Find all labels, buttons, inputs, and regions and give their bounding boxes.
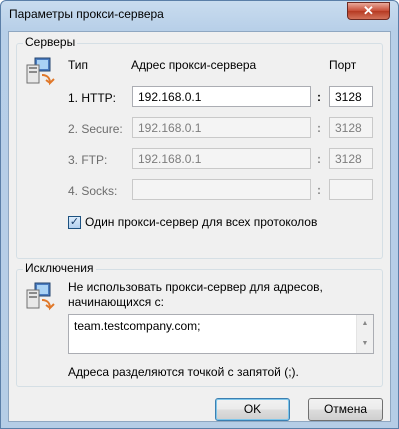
column-type-header: Тип <box>68 58 89 72</box>
same-proxy-checkbox[interactable]: ✓ <box>68 216 81 229</box>
servers-legend: Серверы <box>23 35 78 49</box>
http-address-input[interactable]: 192.168.0.1 <box>132 86 311 107</box>
exceptions-description: Не использовать прокси-сервер для адресо… <box>68 280 323 309</box>
proxy-settings-dialog: Параметры прокси-сервера ✕ Серверы Тип А… <box>0 0 399 429</box>
servers-group: Серверы Тип Адрес прокси-сервера Порт 1.… <box>16 35 383 259</box>
separator-colon: : <box>317 90 321 104</box>
secure-address-input: 192.168.0.1 <box>132 117 311 138</box>
ok-button[interactable]: OK <box>215 398 290 421</box>
scroll-down-icon[interactable]: ▼ <box>357 336 373 352</box>
window-title: Параметры прокси-сервера <box>9 7 164 21</box>
exceptions-scrollbar[interactable]: ▲ ▼ <box>356 315 373 353</box>
close-button[interactable]: ✕ <box>347 2 390 20</box>
socks-address-input <box>132 179 311 200</box>
scroll-up-icon[interactable]: ▲ <box>357 316 373 332</box>
exceptions-legend: Исключения <box>23 261 96 275</box>
secure-label: 2. Secure: <box>68 122 123 136</box>
network-computer-icon <box>26 57 55 86</box>
title-bar[interactable]: Параметры прокси-сервера ✕ <box>1 1 398 31</box>
socks-label: 4. Socks: <box>68 184 118 198</box>
http-port-input[interactable]: 3128 <box>329 86 373 107</box>
exceptions-value: team.testcompany.com; <box>74 319 201 333</box>
separator-colon: : <box>317 152 321 166</box>
secure-port-input: 3128 <box>329 117 373 138</box>
column-address-header: Адрес прокси-сервера <box>131 58 257 72</box>
column-port-header: Порт <box>329 58 357 72</box>
dialog-body: Серверы Тип Адрес прокси-сервера Порт 1.… <box>8 31 391 422</box>
same-proxy-label[interactable]: Один прокси-сервер для всех протоколов <box>85 215 317 229</box>
exceptions-hint: Адреса разделяются точкой с запятой (;). <box>68 365 299 379</box>
cancel-button[interactable]: Отмена <box>308 398 383 421</box>
ftp-label: 3. FTP: <box>68 153 108 167</box>
separator-colon: : <box>317 121 321 135</box>
socks-port-input <box>329 179 373 200</box>
network-computer-icon <box>26 282 55 311</box>
http-label: 1. HTTP: <box>68 91 117 105</box>
exceptions-group: Исключения Не использовать прокси-сервер… <box>16 261 383 387</box>
ftp-address-input: 192.168.0.1 <box>132 148 311 169</box>
ftp-port-input: 3128 <box>329 148 373 169</box>
exceptions-textarea[interactable]: team.testcompany.com; ▲ ▼ <box>68 314 374 354</box>
separator-colon: : <box>317 183 321 197</box>
